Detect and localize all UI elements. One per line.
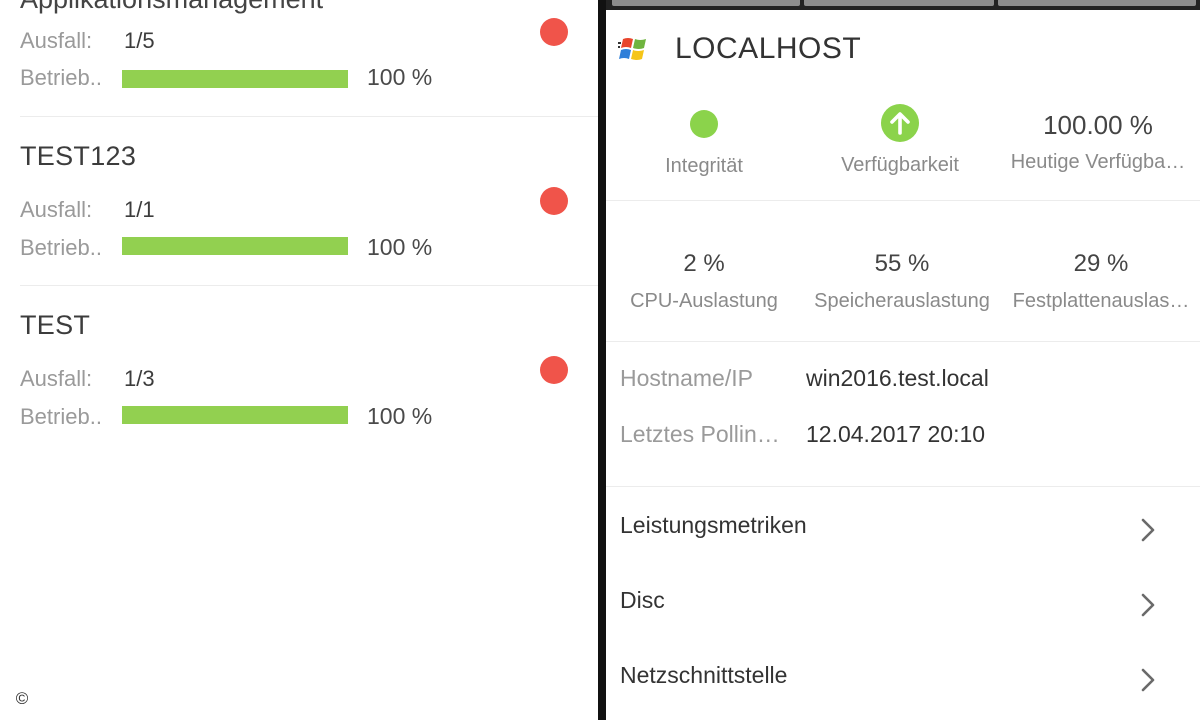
- tab-segment[interactable]: [804, 0, 994, 6]
- hostname-value: win2016.test.local: [806, 365, 989, 391]
- today-availability-stat: 100.00 % Heutige Verfügba…: [998, 110, 1198, 174]
- uptime-bar: [122, 406, 348, 424]
- cpu-value: 2 %: [683, 250, 725, 277]
- tab-segment[interactable]: [998, 0, 1196, 6]
- disk-label: Festplattenauslas…: [1012, 290, 1190, 312]
- copyright-badge: ©: [9, 686, 35, 712]
- uptime-percent: 100 %: [367, 403, 433, 429]
- today-availability-label: Heutige Verfügba…: [1010, 151, 1186, 173]
- betrieb-label: Betrieb..: [20, 65, 102, 90]
- chevron-right-icon: [1141, 518, 1155, 542]
- uptime-percent: 100 %: [367, 234, 433, 260]
- chevron-right-icon: [1141, 668, 1155, 692]
- memory-value: 55 %: [874, 250, 930, 277]
- ausfall-value: 1/5: [124, 28, 155, 53]
- disk-metric: 29 % Festplattenauslas…: [1002, 250, 1200, 313]
- memory-label: Speicherauslastung: [814, 290, 990, 312]
- host-title: LOCALHOST: [675, 32, 862, 65]
- nav-network-interface[interactable]: Netzschnittstelle: [606, 642, 1200, 716]
- status-dot-red: [540, 18, 568, 46]
- pane-divider: [598, 0, 606, 720]
- host-header: LOCALHOST: [606, 14, 1200, 84]
- cpu-metric: 2 % CPU-Auslastung: [606, 250, 802, 313]
- last-polling-label: Letztes Pollin…: [620, 421, 780, 447]
- last-polling-value: 12.04.2017 20:10: [806, 421, 986, 447]
- arrow-up-icon: [881, 104, 919, 142]
- group-card[interactable]: TEST Ausfall: 1/3 Betrieb.. 100 %: [0, 286, 598, 454]
- nav-performance-metrics[interactable]: Leistungsmetriken: [606, 492, 1200, 566]
- host-detail-panel: LOCALHOST Integrität Verfügbarkeit 100.0…: [606, 0, 1200, 720]
- group-title: TEST: [20, 310, 91, 340]
- divider: [606, 341, 1200, 342]
- integrity-stat: Integrität: [606, 108, 802, 178]
- availability-stat: Verfügbarkeit: [802, 104, 998, 177]
- divider: [606, 200, 1200, 201]
- windows-logo-icon: [618, 38, 646, 60]
- nav-label: Leistungsmetriken: [620, 512, 807, 538]
- chevron-right-icon: [1141, 593, 1155, 617]
- today-availability-value: 100.00 %: [1043, 110, 1153, 140]
- uptime-percent: 100 %: [367, 64, 433, 90]
- betrieb-label: Betrieb..: [20, 404, 102, 429]
- tab-segment[interactable]: [612, 0, 800, 6]
- nav-label: Netzschnittstelle: [620, 662, 788, 688]
- availability-label: Verfügbarkeit: [841, 154, 959, 176]
- nav-disc[interactable]: Disc: [606, 567, 1200, 641]
- hostname-label: Hostname/IP: [620, 365, 753, 391]
- disk-value: 29 %: [1073, 250, 1129, 277]
- group-card[interactable]: TEST123 Ausfall: 1/1 Betrieb.. 100 %: [0, 117, 598, 285]
- uptime-bar: [122, 237, 348, 255]
- group-title: TEST123: [20, 141, 137, 171]
- divider: [606, 486, 1200, 487]
- ausfall-value: 1/3: [124, 366, 155, 391]
- uptime-bar: [122, 70, 348, 88]
- nav-label: Disc: [620, 587, 665, 613]
- ausfall-label: Ausfall:: [20, 366, 93, 391]
- status-dot-red: [540, 187, 568, 215]
- cpu-label: CPU-Auslastung: [630, 290, 778, 312]
- status-dot-red: [540, 356, 568, 384]
- betrieb-label: Betrieb..: [20, 235, 102, 260]
- monitor-group-list: Applikationsmanagement Ausfall: 1/5 Betr…: [0, 0, 598, 720]
- integrity-status-dot: [690, 110, 718, 138]
- ausfall-label: Ausfall:: [20, 28, 93, 53]
- integrity-label: Integrität: [665, 155, 743, 177]
- top-tab-strip: [606, 0, 1200, 10]
- ausfall-label: Ausfall:: [20, 197, 93, 222]
- memory-metric: 55 % Speicherauslastung: [802, 250, 1002, 313]
- ausfall-value: 1/1: [124, 197, 155, 222]
